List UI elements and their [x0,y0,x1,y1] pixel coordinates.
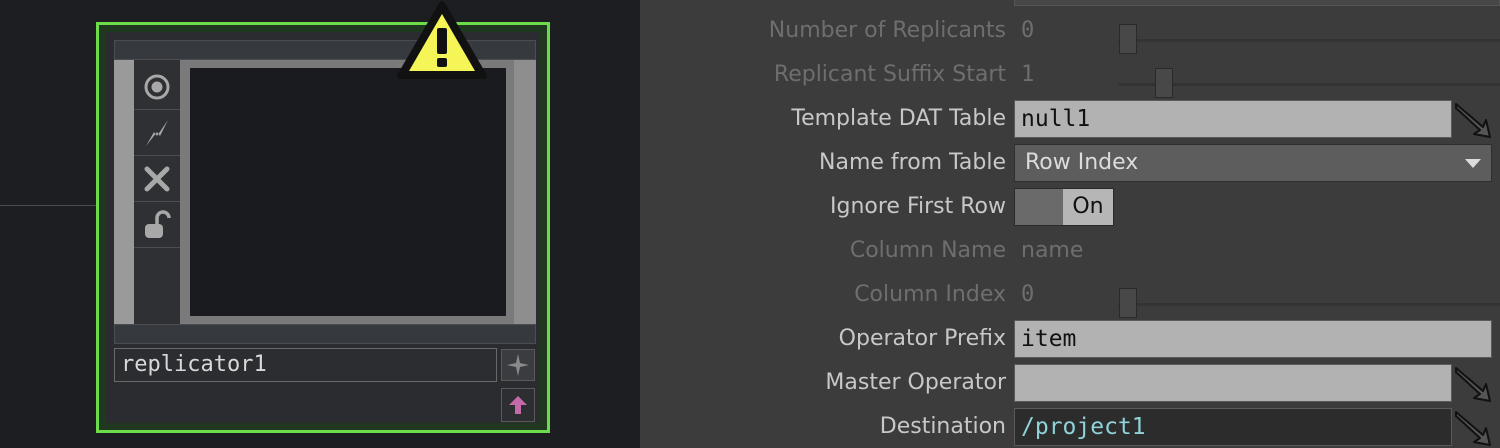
param-column-index: Column Index 0 [640,273,1500,318]
master-operator-field[interactable] [1014,364,1452,402]
param-column-name: Column Name name [640,229,1500,273]
param-label: Column Name [849,238,1006,263]
node-viewer[interactable] [190,68,506,316]
param-template-dat-table: Template DAT Table null1 [640,97,1500,141]
connection-wire [0,205,96,206]
add-op-icon[interactable] [501,349,535,381]
param-replicant-suffix-start: Replicant Suffix Start 1 [640,53,1500,98]
go-to-parent-icon[interactable] [501,388,535,422]
drag-arrow-icon[interactable] [1453,101,1493,139]
param-label: Ignore First Row [830,194,1006,219]
template-dat-field[interactable]: null1 [1014,100,1452,138]
param-label: Destination [879,414,1006,439]
param-name-from-table: Name from Table Row Index [640,141,1500,185]
previous-parameter-field[interactable] [1014,0,1500,6]
lock-icon[interactable] [134,202,180,248]
param-value[interactable]: 0 [1021,9,1034,53]
bypass-icon[interactable] [134,110,180,156]
param-label: Column Index [854,282,1006,307]
param-master-operator: Master Operator [640,361,1500,405]
node-name-label[interactable]: replicator1 [114,348,497,382]
ignore-first-row-toggle[interactable]: On [1014,188,1114,226]
warning-icon[interactable] [396,0,488,82]
slider-track[interactable] [1118,303,1500,306]
param-label: Replicant Suffix Start [773,62,1006,87]
param-ignore-first-row: Ignore First Row On [640,185,1500,229]
drag-arrow-icon[interactable] [1453,409,1493,447]
param-label: Master Operator [825,370,1006,395]
toggle-off-segment [1015,189,1063,225]
param-operator-prefix: Operator Prefix item [640,317,1500,361]
delete-icon[interactable] [134,156,180,202]
node-output-connector[interactable] [514,60,536,324]
destination-field[interactable]: /project1 [1014,408,1452,446]
param-number-of-replicants: Number of Replicants 0 [640,9,1500,54]
drag-arrow-icon[interactable] [1453,365,1493,403]
param-label: Template DAT Table [791,106,1006,131]
slider-handle[interactable] [1119,24,1137,54]
node-flag-column [134,60,180,324]
param-label: Number of Replicants [768,18,1006,43]
name-from-table-dropdown[interactable]: Row Index [1014,144,1492,182]
viewer-toggle-icon[interactable] [134,64,180,110]
param-label: Name from Table [819,150,1006,175]
parameter-panel: Number of Replicants 0 Replicant Suffix … [640,0,1500,448]
param-value[interactable]: 0 [1021,273,1034,317]
param-value[interactable]: name [1021,229,1083,273]
toggle-on-label: On [1063,189,1113,225]
slider-handle[interactable] [1155,68,1173,98]
slider-track[interactable] [1118,83,1500,86]
param-value[interactable]: 1 [1021,53,1034,97]
dropdown-value: Row Index [1025,150,1139,175]
slider-track[interactable] [1118,39,1500,42]
param-destination: Destination /project1 [640,405,1500,448]
operator-prefix-field[interactable]: item [1014,320,1492,358]
node-bottom-bar [114,324,536,344]
slider-handle[interactable] [1119,288,1137,318]
network-editor[interactable]: replicator1 [0,0,640,448]
chevron-down-icon [1465,159,1481,168]
param-label: Operator Prefix [838,326,1006,351]
node-input-connector[interactable] [114,60,134,324]
